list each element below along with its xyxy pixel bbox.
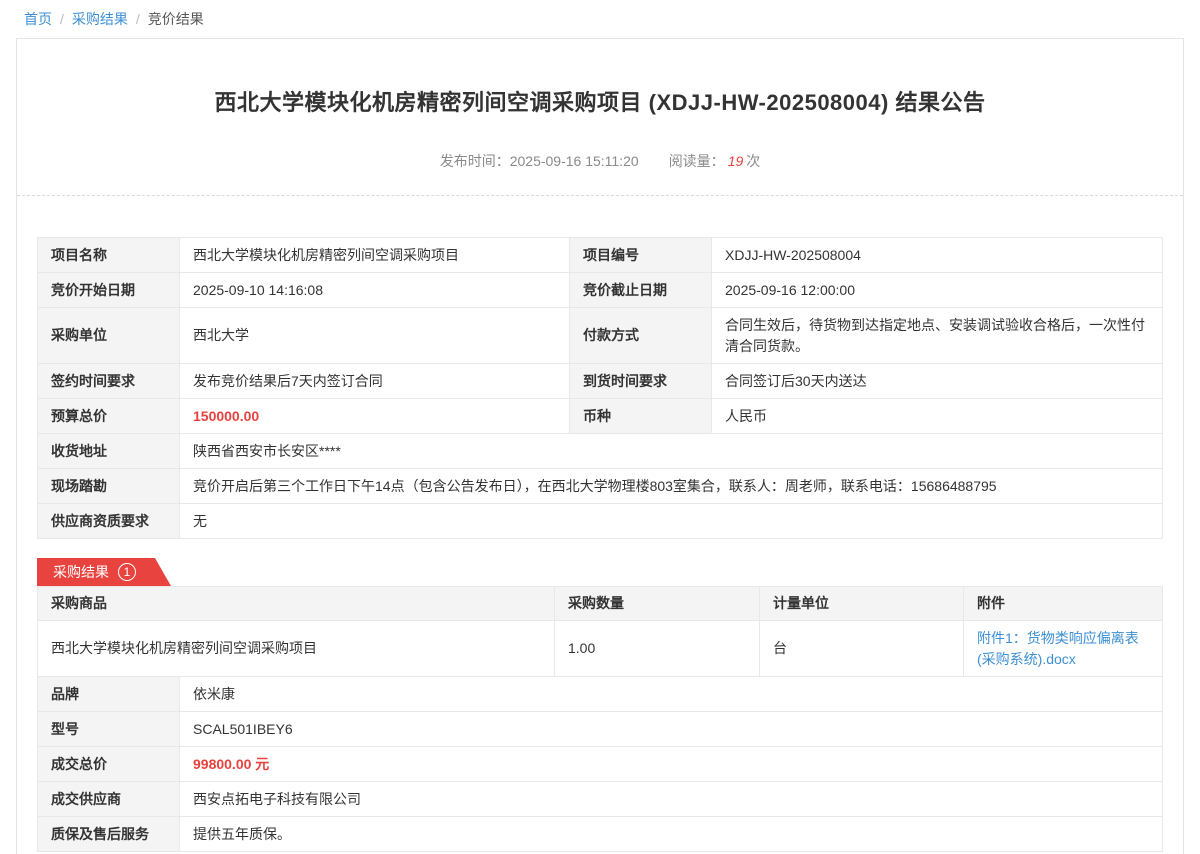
award-detail-table: 品牌 依米康 型号 SCAL501IBEY6 成交总价 99800.00 元 成… [37, 676, 1163, 852]
page-title: 西北大学模块化机房精密列间空调采购项目 (XDJJ-HW-202508004) … [37, 39, 1163, 117]
views-count: 19 [728, 153, 744, 169]
project-number-value: XDJJ-HW-202508004 [712, 238, 1163, 273]
publish-time-value: 2025-09-16 15:11:20 [510, 153, 639, 169]
signing-time-label: 签约时间要求 [38, 364, 180, 399]
dashed-divider [17, 195, 1183, 196]
attachment-cell: 附件1：货物类响应偏离表(采购系统).docx [964, 621, 1163, 677]
project-number-label: 项目编号 [570, 238, 712, 273]
breadcrumb: 首页 / 采购结果 / 竞价结果 [0, 0, 1200, 29]
procurement-result-table: 采购商品 采购数量 计量单位 附件 西北大学模块化机房精密列间空调采购项目 1.… [37, 586, 1163, 677]
product-name-cell: 西北大学模块化机房精密列间空调采购项目 [38, 621, 555, 677]
table-row: 质保及售后服务 提供五年质保。 [38, 817, 1163, 852]
breadcrumb-separator: / [60, 11, 64, 27]
bid-start-label: 竞价开始日期 [38, 273, 180, 308]
column-header-unit: 计量单位 [760, 587, 964, 621]
signing-time-value: 发布竞价结果后7天内签订合同 [180, 364, 570, 399]
table-row: 项目名称 西北大学模块化机房精密列间空调采购项目 项目编号 XDJJ-HW-20… [38, 238, 1163, 273]
delivery-time-label: 到货时间要求 [570, 364, 712, 399]
publish-meta: 发布时间：2025-09-16 15:11:20 阅读量：19次 [37, 151, 1163, 171]
breadcrumb-separator: / [136, 11, 140, 27]
bid-deadline-label: 竞价截止日期 [570, 273, 712, 308]
table-row: 签约时间要求 发布竞价结果后7天内签订合同 到货时间要求 合同签订后30天内送达 [38, 364, 1163, 399]
table-row: 西北大学模块化机房精密列间空调采购项目 1.00 台 附件1：货物类响应偏离表(… [38, 621, 1163, 677]
table-row: 预算总价 150000.00 币种 人民币 [38, 399, 1163, 434]
payment-method-value: 合同生效后，待货物到达指定地点、安装调试验收合格后，一次性付清合同货款。 [712, 308, 1163, 364]
procurement-result-count: 1 [118, 563, 136, 581]
bid-deadline-value: 2025-09-16 12:00:00 [712, 273, 1163, 308]
purchaser-value: 西北大学 [180, 308, 570, 364]
award-supplier-label: 成交供应商 [38, 782, 180, 817]
procurement-result-badge-label: 采购结果 [53, 562, 109, 582]
purchaser-label: 采购单位 [38, 308, 180, 364]
award-supplier-value: 西安点拓电子科技有限公司 [180, 782, 1163, 817]
budget-total-label: 预算总价 [38, 399, 180, 434]
site-survey-label: 现场踏勘 [38, 469, 180, 504]
views-unit: 次 [746, 153, 760, 169]
site-survey-value: 竞价开启后第三个工作日下午14点（包含公告发布日），在西北大学物理楼803室集合… [180, 469, 1163, 504]
breadcrumb-current-page: 竞价结果 [148, 9, 204, 29]
table-row: 成交总价 99800.00 元 [38, 747, 1163, 782]
warranty-label: 质保及售后服务 [38, 817, 180, 852]
model-label: 型号 [38, 712, 180, 747]
procurement-result-badge: 采购结果 1 [37, 558, 171, 586]
column-header-product: 采购商品 [38, 587, 555, 621]
announcement-card: 西北大学模块化机房精密列间空调采购项目 (XDJJ-HW-202508004) … [16, 38, 1184, 854]
brand-label: 品牌 [38, 677, 180, 712]
views-label: 阅读量： [669, 153, 725, 169]
column-header-quantity: 采购数量 [555, 587, 760, 621]
supplier-qualification-label: 供应商资质要求 [38, 504, 180, 539]
unit-cell: 台 [760, 621, 964, 677]
payment-method-label: 付款方式 [570, 308, 712, 364]
attachment-link[interactable]: 附件1：货物类响应偏离表(采购系统).docx [977, 630, 1139, 667]
quantity-cell: 1.00 [555, 621, 760, 677]
table-row: 收货地址 陕西省西安市长安区**** [38, 434, 1163, 469]
breadcrumb-home-link[interactable]: 首页 [24, 9, 52, 29]
delivery-address-label: 收货地址 [38, 434, 180, 469]
supplier-qualification-value: 无 [180, 504, 1163, 539]
table-row: 现场踏勘 竞价开启后第三个工作日下午14点（包含公告发布日），在西北大学物理楼8… [38, 469, 1163, 504]
award-price-value: 99800.00 元 [180, 747, 1163, 782]
publish-time-label: 发布时间： [440, 153, 510, 169]
table-row: 供应商资质要求 无 [38, 504, 1163, 539]
model-value: SCAL501IBEY6 [180, 712, 1163, 747]
table-row: 竞价开始日期 2025-09-10 14:16:08 竞价截止日期 2025-0… [38, 273, 1163, 308]
project-name-value: 西北大学模块化机房精密列间空调采购项目 [180, 238, 570, 273]
breadcrumb-procurement-results-link[interactable]: 采购结果 [72, 9, 128, 29]
budget-total-value: 150000.00 [180, 399, 570, 434]
announcement-header: 西北大学模块化机房精密列间空调采购项目 (XDJJ-HW-202508004) … [37, 39, 1163, 196]
award-price-label: 成交总价 [38, 747, 180, 782]
table-row: 品牌 依米康 [38, 677, 1163, 712]
currency-value: 人民币 [712, 399, 1163, 434]
warranty-value: 提供五年质保。 [180, 817, 1163, 852]
delivery-address-value: 陕西省西安市长安区**** [180, 434, 1163, 469]
table-header-row: 采购商品 采购数量 计量单位 附件 [38, 587, 1163, 621]
column-header-attachment: 附件 [964, 587, 1163, 621]
brand-value: 依米康 [180, 677, 1163, 712]
project-info-table: 项目名称 西北大学模块化机房精密列间空调采购项目 项目编号 XDJJ-HW-20… [37, 237, 1163, 539]
bid-start-value: 2025-09-10 14:16:08 [180, 273, 570, 308]
currency-label: 币种 [570, 399, 712, 434]
delivery-time-value: 合同签订后30天内送达 [712, 364, 1163, 399]
table-row: 型号 SCAL501IBEY6 [38, 712, 1163, 747]
table-row: 采购单位 西北大学 付款方式 合同生效后，待货物到达指定地点、安装调试验收合格后… [38, 308, 1163, 364]
table-row: 成交供应商 西安点拓电子科技有限公司 [38, 782, 1163, 817]
project-name-label: 项目名称 [38, 238, 180, 273]
